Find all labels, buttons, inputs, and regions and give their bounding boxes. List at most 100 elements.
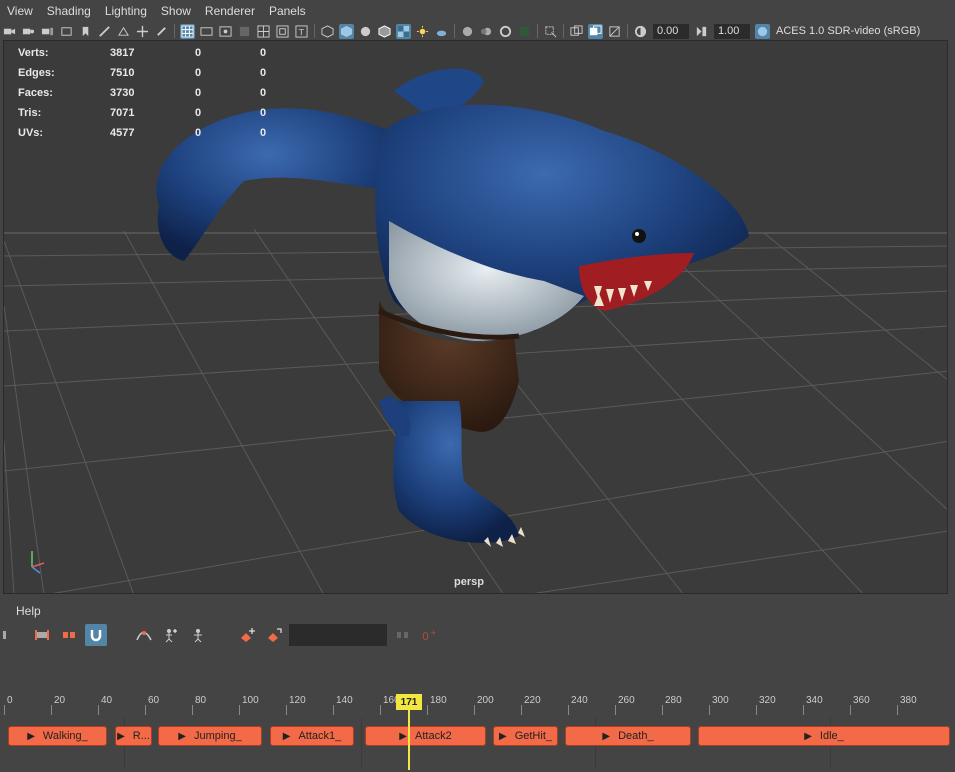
ambient-occlusion-icon[interactable] xyxy=(460,24,475,39)
hud-value: 3730 xyxy=(110,87,135,99)
hud-label: Faces: xyxy=(18,87,53,99)
clip-death[interactable]: ▶ Death_ xyxy=(565,726,691,746)
clip-walking[interactable]: ▶ Walking_ xyxy=(8,726,107,746)
play-icon: ▶ xyxy=(499,730,507,742)
ruler-label: 100 xyxy=(242,695,259,706)
bookmark-icon[interactable] xyxy=(78,24,93,39)
ruler-label: 40 xyxy=(101,695,113,706)
camera-icon[interactable] xyxy=(2,24,17,39)
svg-text:T: T xyxy=(298,27,305,37)
ruler-tick xyxy=(380,705,381,715)
safe-title-icon[interactable]: T xyxy=(294,24,309,39)
xray-joints-icon[interactable] xyxy=(588,23,603,39)
hud-value: 0 xyxy=(195,47,202,59)
field-chart-icon[interactable] xyxy=(256,24,271,39)
ruler-label: 380 xyxy=(900,695,917,706)
hud-value: 0 xyxy=(260,47,267,59)
paint-tool-icon[interactable] xyxy=(154,24,169,39)
hud-value: 0 xyxy=(195,87,202,99)
xray-icon[interactable] xyxy=(569,24,584,39)
play-icon: ▶ xyxy=(399,730,407,742)
hud-row-tris: Tris: 7071 0 0 xyxy=(18,103,266,123)
safe-action-icon[interactable] xyxy=(275,24,290,39)
playhead-line[interactable] xyxy=(408,708,410,770)
hud-row-verts: Verts: 3817 0 0 xyxy=(18,43,266,63)
anti-aliasing-icon[interactable] xyxy=(498,24,513,39)
hud-value: 3817 xyxy=(110,47,135,59)
clip-trim-icon[interactable] xyxy=(58,624,80,646)
ruler-tick xyxy=(521,705,522,715)
ruler-label: 300 xyxy=(712,695,729,706)
clip-r[interactable]: ▶ R... xyxy=(115,726,152,746)
exposure-field[interactable]: 0.00 xyxy=(653,23,689,39)
menu-renderer[interactable]: Renderer xyxy=(198,0,262,22)
frame-counter-icon[interactable]: 0 + xyxy=(418,624,440,646)
gate-mask-icon[interactable] xyxy=(237,24,252,39)
create-pose-icon[interactable] xyxy=(187,624,209,646)
hud-value: 7071 xyxy=(110,107,135,119)
time-ruler[interactable]: 0 20 40 60 80 100 120 140 160 180 200 22… xyxy=(0,695,955,715)
move-tool-icon[interactable] xyxy=(135,24,150,39)
film-gate-icon[interactable] xyxy=(199,24,214,39)
toolbar-separator xyxy=(627,24,628,38)
ruler-label: 80 xyxy=(195,695,207,706)
textured-icon[interactable] xyxy=(396,23,411,39)
menu-panels[interactable]: Panels xyxy=(262,0,313,22)
clip-jumping[interactable]: ▶ Jumping_ xyxy=(158,726,262,746)
menu-shading[interactable]: Shading xyxy=(40,0,98,22)
use-all-lights-icon[interactable] xyxy=(415,24,430,39)
clip-label: Walking_ xyxy=(42,730,88,742)
depth-of-field-icon[interactable] xyxy=(517,24,532,39)
select-camera-icon[interactable] xyxy=(116,24,131,39)
color-management-icon[interactable] xyxy=(755,23,770,39)
ruler-tick xyxy=(427,705,428,715)
ruler-tick xyxy=(51,705,52,715)
hud-value: 7510 xyxy=(110,67,135,79)
play-icon: ▶ xyxy=(178,730,186,742)
ruler-label: 20 xyxy=(54,695,66,706)
default-material-icon[interactable] xyxy=(358,24,373,39)
edge-icon[interactable] xyxy=(0,624,22,646)
resolution-gate-icon[interactable] xyxy=(218,24,233,39)
ruler-label: 220 xyxy=(524,695,541,706)
motion-blur-icon[interactable] xyxy=(479,24,494,39)
clip-label: Idle_ xyxy=(819,730,844,742)
grease-pencil-icon[interactable] xyxy=(97,24,112,39)
menu-lighting[interactable]: Lighting xyxy=(98,0,154,22)
clip-idle[interactable]: ▶ Idle_ xyxy=(698,726,950,746)
xray-components-icon[interactable] xyxy=(607,24,622,39)
add-audio-icon[interactable] xyxy=(264,624,286,646)
graph-editor-icon[interactable] xyxy=(133,624,155,646)
play-icon: ▶ xyxy=(602,730,611,742)
smooth-shade-icon[interactable] xyxy=(339,23,354,39)
jog-left-icon[interactable] xyxy=(392,624,414,646)
menu-help[interactable]: Help xyxy=(16,604,41,618)
image-plane-icon[interactable] xyxy=(59,24,74,39)
color-space-label[interactable]: ACES 1.0 SDR-video (sRGB) xyxy=(776,25,920,37)
wireframe-icon[interactable] xyxy=(320,24,335,39)
clip-attack1[interactable]: ▶ Attack1_ xyxy=(270,726,354,746)
gamma-icon[interactable] xyxy=(694,24,709,39)
clip-gethit[interactable]: ▶ GetHit_ xyxy=(493,726,558,746)
menu-view[interactable]: View xyxy=(0,0,40,22)
bookmark-camera-icon[interactable] xyxy=(40,24,55,39)
ruler-tick xyxy=(192,705,193,715)
gamma-field[interactable]: 1.00 xyxy=(714,23,750,39)
clip-range-icon[interactable] xyxy=(31,624,53,646)
camera-attributes-icon[interactable] xyxy=(21,24,36,39)
shadows-icon[interactable] xyxy=(434,24,449,39)
add-character-icon[interactable] xyxy=(160,624,182,646)
ruler-label: 180 xyxy=(430,695,447,706)
ruler-tick xyxy=(850,705,851,715)
clip-attack2[interactable]: ▶ Attack2 xyxy=(365,726,486,746)
ruler-label: 240 xyxy=(571,695,588,706)
isolate-select-icon[interactable] xyxy=(543,24,558,39)
exposure-icon[interactable] xyxy=(633,24,648,39)
perspective-viewport[interactable]: Verts: 3817 0 0 Edges: 7510 0 0 Faces: 3… xyxy=(3,40,948,594)
grid-icon[interactable] xyxy=(180,23,195,39)
add-keys-icon[interactable] xyxy=(237,624,259,646)
menu-show[interactable]: Show xyxy=(154,0,198,22)
snap-icon[interactable] xyxy=(85,624,107,646)
time-editor-search-field[interactable] xyxy=(289,624,387,646)
wireframe-on-shaded-icon[interactable] xyxy=(377,24,392,39)
